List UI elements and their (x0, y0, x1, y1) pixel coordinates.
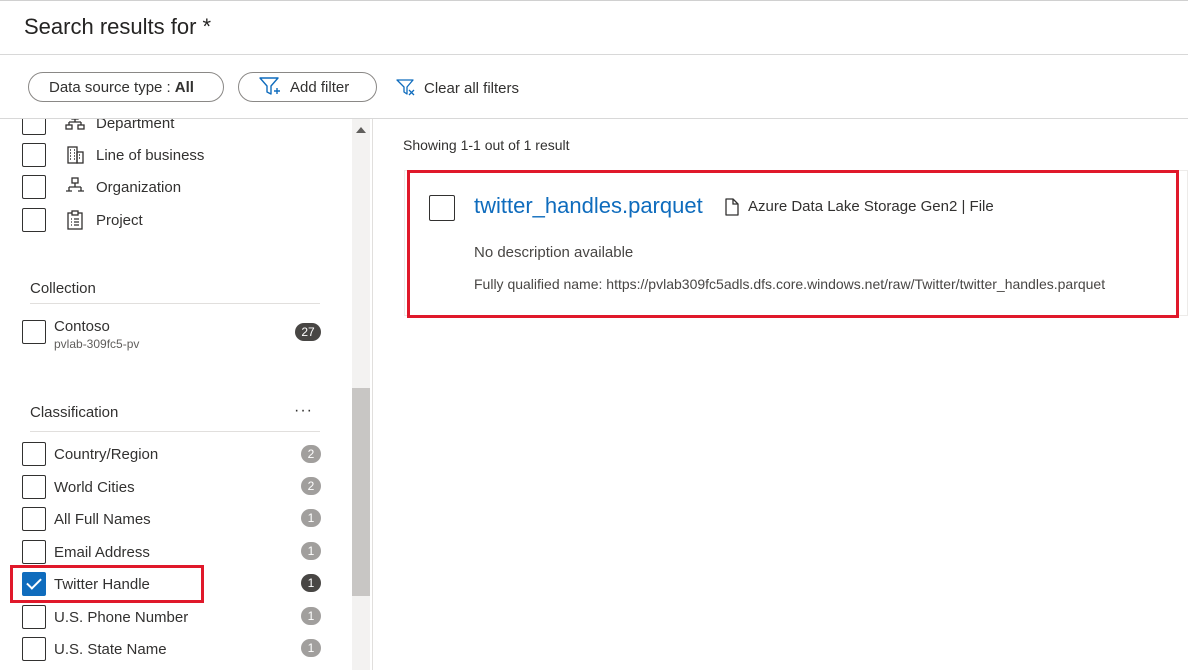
count-badge: 1 (301, 639, 321, 657)
building-icon (64, 144, 86, 166)
clear-filter-icon (396, 79, 415, 96)
organization-checkbox[interactable] (22, 175, 46, 199)
count-badge: 2 (301, 445, 321, 463)
top-border (0, 0, 1188, 1)
classification-item: Country/Region (22, 442, 158, 466)
classification-item: Email Address (22, 540, 150, 564)
divider (372, 119, 373, 670)
add-filter-label: Add filter (290, 78, 350, 96)
count-badge: 1 (301, 542, 321, 560)
count-badge: 1 (301, 509, 321, 527)
filter-item-label: Line of business (96, 146, 205, 164)
classification-item: World Cities (22, 475, 135, 499)
results-count: Showing 1-1 out of 1 result (403, 137, 570, 153)
classification-checkbox[interactable] (22, 475, 46, 499)
classification-label: U.S. State Name (54, 640, 167, 658)
filter-item-project: Project (22, 208, 143, 232)
department-checkbox[interactable] (22, 119, 46, 135)
filter-item-line-of-business: Line of business (22, 143, 204, 167)
classification-label: U.S. Phone Number (54, 608, 189, 626)
count-badge: 27 (295, 323, 321, 341)
classification-label: Email Address (54, 543, 150, 561)
classification-item: All Full Names (22, 507, 151, 531)
filter-item-label: Organization (96, 178, 182, 196)
highlight-box (407, 170, 1179, 318)
clear-all-filters-button[interactable]: Clear all filters (396, 77, 519, 99)
org-chart-icon (64, 176, 86, 198)
scrollbar-thumb[interactable] (352, 388, 370, 596)
collection-item (22, 320, 46, 344)
add-filter-icon (259, 77, 280, 95)
classification-heading: Classification (30, 404, 119, 421)
filter-item-label: Department (96, 119, 175, 132)
line-of-business-checkbox[interactable] (22, 143, 46, 167)
data-source-type-label: Data source type : (49, 78, 171, 96)
data-source-type-value: All (174, 78, 194, 96)
divider (30, 431, 320, 432)
classification-label: All Full Names (54, 510, 151, 528)
classification-item: U.S. State Name (22, 637, 167, 661)
collection-heading: Collection (30, 280, 96, 297)
classification-checkbox[interactable] (22, 605, 46, 629)
classification-label: World Cities (54, 478, 135, 496)
clipboard-icon (64, 209, 86, 231)
count-badge: 2 (301, 477, 321, 495)
classification-label: Country/Region (54, 445, 159, 463)
classification-item: U.S. Phone Number (22, 605, 188, 629)
collection-name: Contoso (54, 318, 110, 335)
collection-subtitle: pvlab-309fc5-pv (54, 337, 140, 351)
classification-checkbox[interactable] (22, 637, 46, 661)
scroll-up-arrow-icon[interactable] (356, 127, 366, 133)
filter-item-label: Project (96, 211, 143, 229)
divider (30, 303, 320, 304)
hierarchy-icon (64, 119, 86, 134)
collection-checkbox[interactable] (22, 320, 46, 344)
more-options-icon[interactable]: ··· (294, 402, 313, 420)
classification-checkbox[interactable] (22, 442, 46, 466)
project-checkbox[interactable] (22, 208, 46, 232)
classification-checkbox[interactable] (22, 540, 46, 564)
count-badge: 1 (301, 607, 321, 625)
count-badge: 1 (301, 574, 321, 592)
filter-item-department: Department (22, 119, 174, 135)
data-source-type-filter[interactable]: Data source type : All (28, 72, 224, 102)
highlight-box (10, 565, 204, 603)
filter-toolbar: Data source type : All Add filter Clear … (0, 55, 1188, 119)
classification-checkbox[interactable] (22, 507, 46, 531)
clear-all-filters-label: Clear all filters (424, 79, 520, 97)
page-title: Search results for * (24, 14, 212, 39)
filter-item-organization: Organization (22, 175, 181, 199)
add-filter-button[interactable]: Add filter (238, 72, 377, 102)
